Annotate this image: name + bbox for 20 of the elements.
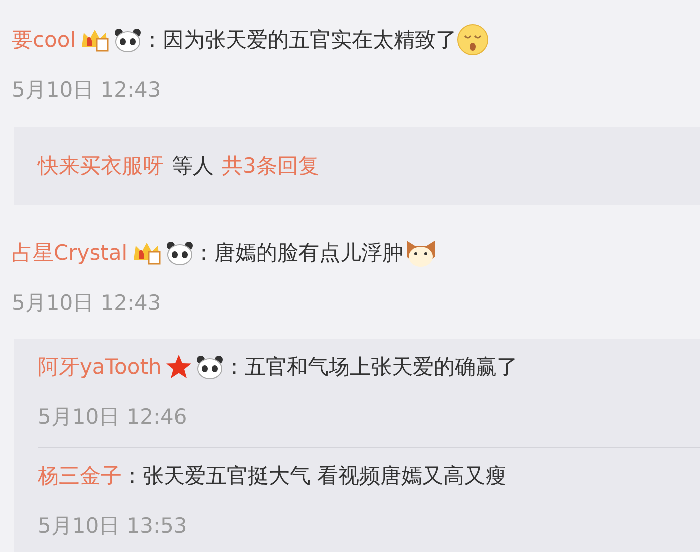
comment-text: ：因为张天爱的五官实在太精致了	[142, 27, 458, 54]
reply-user-name[interactable]: 快来买衣服呀	[38, 152, 164, 180]
comment-text: ：五官和气场上张天爱的确赢了	[224, 354, 518, 381]
panda-icon	[166, 240, 194, 266]
user-name[interactable]: 占星Crystal	[12, 239, 128, 267]
star-icon	[166, 354, 192, 380]
panda-icon	[114, 27, 142, 53]
timestamp: 5月10日 12:43	[12, 77, 162, 104]
summary-text: 等人	[172, 153, 214, 180]
emoji-face-icon	[457, 24, 490, 56]
reply-count-link[interactable]: 共3条回复	[222, 152, 320, 180]
comment-text: ：张天爱五官挺大气 看视频唐嫣又高又瘦	[122, 463, 507, 490]
user-name[interactable]: 要cool	[12, 26, 76, 54]
timestamp: 5月10日 12:46	[38, 404, 188, 431]
user-name[interactable]: 阿牙yaTooth	[38, 353, 162, 381]
timestamp: 5月10日 13:53	[38, 513, 188, 540]
user-name[interactable]: 杨三金子	[38, 462, 122, 490]
timestamp: 5月10日 12:43	[12, 290, 162, 317]
panda-icon	[196, 354, 224, 380]
comment-text: ：唐嫣的脸有点儿浮肿	[194, 240, 404, 267]
